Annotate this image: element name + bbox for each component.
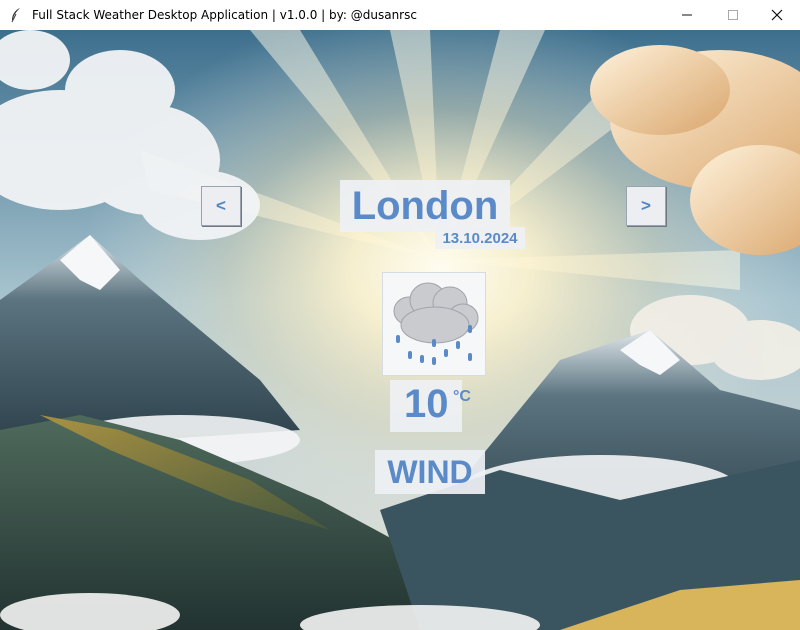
app-canvas: < > London 13.10.2024 10 °C WIND bbox=[0, 30, 800, 630]
feather-icon bbox=[11, 8, 20, 23]
minimize-button[interactable] bbox=[664, 0, 710, 30]
title-bar: Full Stack Weather Desktop Application |… bbox=[0, 0, 800, 30]
rain-cloud-icon bbox=[393, 282, 479, 365]
next-label: > bbox=[641, 196, 651, 215]
close-button[interactable] bbox=[754, 0, 800, 30]
weather-condition-panel bbox=[382, 272, 486, 376]
previous-label: < bbox=[216, 196, 226, 215]
close-icon bbox=[771, 9, 783, 21]
window-title: Full Stack Weather Desktop Application |… bbox=[32, 8, 417, 22]
temperature-unit: °C bbox=[453, 388, 471, 405]
wind-label: WIND bbox=[375, 450, 485, 494]
next-city-button[interactable]: > bbox=[626, 186, 666, 226]
temperature-value: 10 bbox=[404, 382, 449, 426]
maximize-button[interactable] bbox=[710, 0, 756, 30]
city-name: London bbox=[340, 180, 510, 232]
previous-city-button[interactable]: < bbox=[201, 186, 241, 226]
date-label: 13.10.2024 bbox=[435, 227, 525, 249]
maximize-icon bbox=[728, 10, 738, 20]
minimize-icon bbox=[682, 14, 692, 16]
